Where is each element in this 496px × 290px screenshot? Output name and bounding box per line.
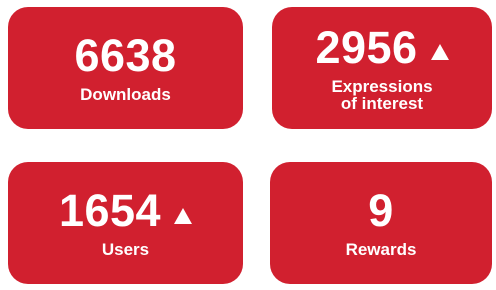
- stat-label: Downloads: [80, 85, 171, 104]
- stat-card-users: 1654 Users: [8, 162, 243, 284]
- stat-label: Expressions of interest: [331, 78, 432, 112]
- up-triangle-icon: [430, 44, 449, 60]
- stat-card-downloads: 6638 Downloads: [8, 7, 243, 129]
- stat-value: 6638: [74, 30, 177, 81]
- value-row: 6638: [74, 33, 176, 78]
- stat-card-rewards: 9 Rewards: [270, 162, 492, 284]
- stats-grid: 6638 Downloads 2956 Expressions of inter…: [0, 0, 496, 290]
- stat-label: Rewards: [345, 240, 417, 259]
- value-row: 2956: [315, 21, 449, 73]
- up-triangle-icon: [174, 207, 193, 224]
- stat-label-line-1: Expressions: [331, 76, 433, 96]
- value-row: 1654: [58, 185, 193, 236]
- value-row: 9: [368, 188, 394, 233]
- stat-label: Users: [101, 240, 150, 259]
- stat-label-line-2: of interest: [340, 93, 424, 113]
- stat-value: 1654: [58, 185, 162, 236]
- stat-value: 2956: [315, 21, 418, 73]
- stat-card-expressions-of-interest: 2956 Expressions of interest: [272, 7, 492, 129]
- stat-value: 9: [368, 185, 394, 236]
